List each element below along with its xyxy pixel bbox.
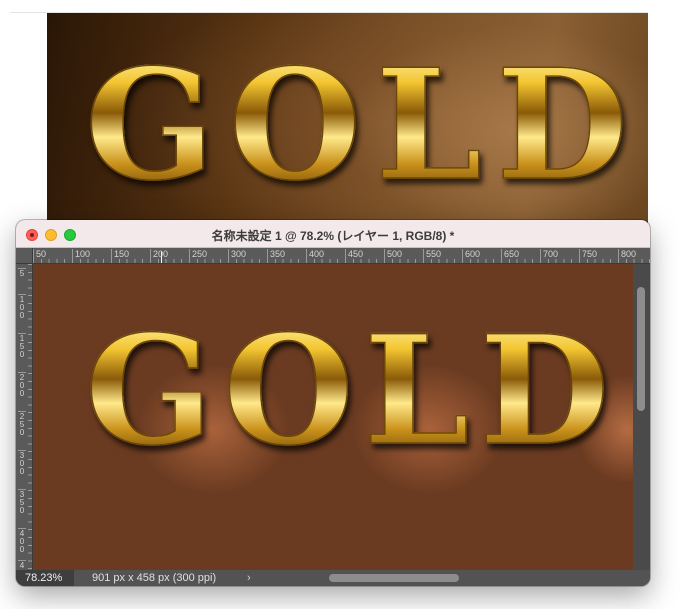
- canvas-gold-text: GOLD: [84, 303, 620, 479]
- ruler-label: 500: [384, 249, 402, 263]
- ruler-label: 50: [33, 249, 46, 263]
- reference-image: GOLD: [47, 13, 648, 225]
- horizontal-scroll-thumb[interactable]: [329, 574, 459, 582]
- vertical-scroll-thumb[interactable]: [637, 287, 645, 411]
- reference-gold-text: GOLD: [84, 35, 642, 214]
- ruler-ticks: [28, 264, 32, 570]
- ruler-label: 300: [228, 249, 246, 263]
- ruler-label: 600: [462, 249, 480, 263]
- ruler-label: 150: [18, 333, 26, 359]
- ruler-label: 750: [579, 249, 597, 263]
- ruler-label: 250: [189, 249, 207, 263]
- page: GOLD 名称未設定 1 @ 78.2% (レイヤー 1, RGB/8) * 5…: [0, 0, 690, 609]
- ruler-label: 350: [267, 249, 285, 263]
- ruler-label: 800: [618, 249, 636, 263]
- ruler-label: 400: [306, 249, 324, 263]
- ruler-label: 250: [18, 411, 26, 437]
- ruler-origin[interactable]: [16, 248, 33, 264]
- document-info: 901 px x 458 px (300 ppi): [92, 572, 217, 584]
- ruler-label: 700: [540, 249, 558, 263]
- title-bar[interactable]: 名称未設定 1 @ 78.2% (レイヤー 1, RGB/8) *: [16, 220, 650, 248]
- document-canvas[interactable]: GOLD: [33, 264, 633, 570]
- ruler-label: 650: [501, 249, 519, 263]
- horizontal-ruler[interactable]: 50 100 150 200 250 300 350 400 450 500 5…: [33, 248, 650, 264]
- ruler-label: 150: [111, 249, 129, 263]
- ruler-label: 450: [18, 560, 26, 570]
- document-title: 名称未設定 1 @ 78.2% (レイヤー 1, RGB/8) *: [211, 229, 455, 243]
- ruler-label: 350: [18, 489, 26, 515]
- ruler-label: 450: [345, 249, 363, 263]
- ruler-label: 200: [150, 249, 168, 263]
- ruler-label: 400: [18, 528, 26, 554]
- ruler-label: 5: [18, 268, 26, 278]
- chevron-right-icon[interactable]: ›: [247, 570, 251, 586]
- vertical-ruler[interactable]: 5 100 150 200 250 300 350 400 450: [16, 264, 33, 570]
- ruler-label: 200: [18, 372, 26, 398]
- ruler-label: 100: [72, 249, 90, 263]
- status-bar: 78.23% 901 px x 458 px (300 ppi) ›: [16, 570, 650, 586]
- ruler-label: 300: [18, 450, 26, 476]
- ruler-label: 550: [423, 249, 441, 263]
- document-window[interactable]: 名称未設定 1 @ 78.2% (レイヤー 1, RGB/8) * 50 100…: [16, 220, 650, 586]
- zoom-level-field[interactable]: 78.23%: [16, 570, 74, 586]
- ruler-label: 100: [18, 294, 26, 320]
